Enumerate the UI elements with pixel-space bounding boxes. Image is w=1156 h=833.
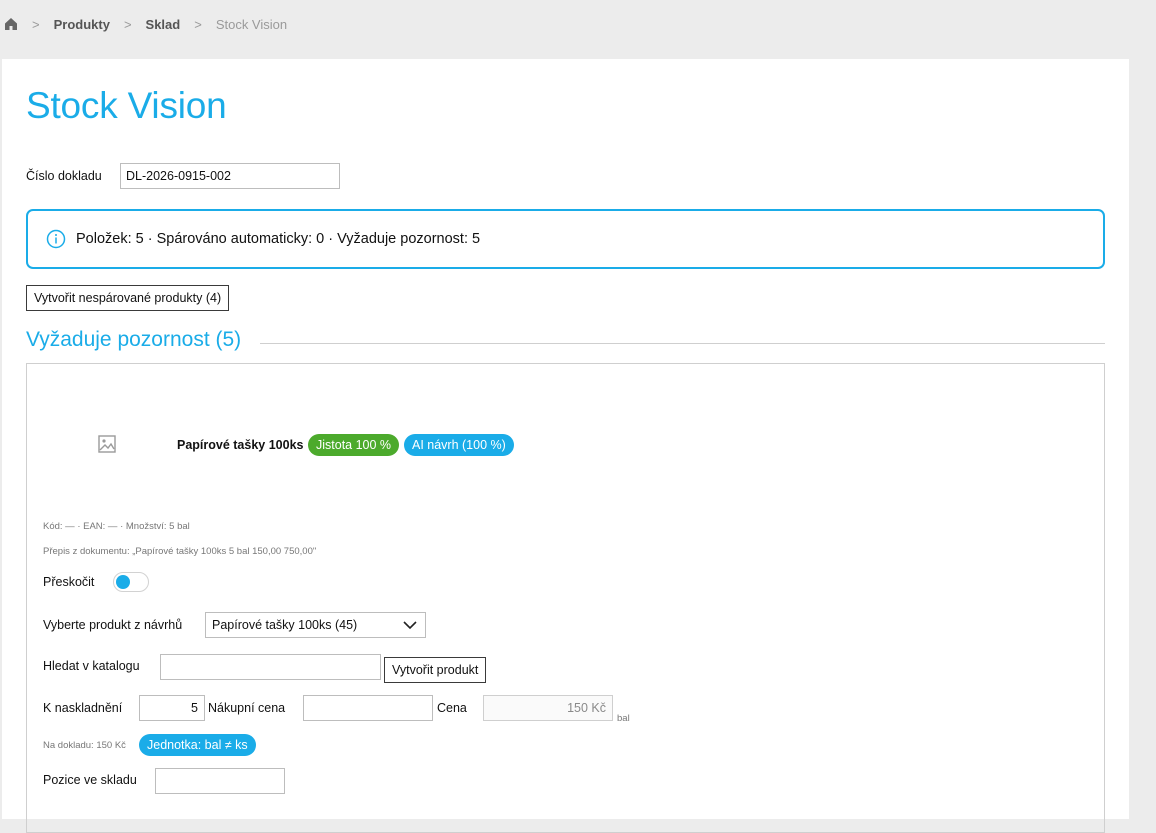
create-product-button[interactable]: Vytvořit produkt	[384, 657, 487, 683]
price-input[interactable]	[483, 695, 613, 721]
stock-in-quantity-input[interactable]	[139, 695, 205, 721]
stock-in-label: K naskladnění	[43, 701, 123, 715]
chevron-down-icon	[403, 621, 417, 630]
product-name: Papírové tašky 100ks	[177, 438, 304, 452]
location-input[interactable]	[155, 768, 285, 794]
toggle-knob	[116, 575, 130, 589]
item-transcript: Přepis z dokumentu: „Papírové tašky 100k…	[43, 546, 317, 557]
confidence-badge: Jistota 100 %	[308, 434, 400, 456]
unit-mismatch-badge: Jednotka: bal ≠ ks	[139, 734, 256, 756]
home-icon[interactable]	[4, 17, 18, 31]
doc-number-label: Číslo dokladu	[26, 169, 102, 183]
info-icon	[46, 229, 66, 249]
page-title: Stock Vision	[26, 85, 227, 126]
main-panel: Stock Vision Číslo dokladu Položek: 5 · …	[2, 59, 1129, 833]
section-title: Vyžaduje pozornost (5)	[26, 328, 242, 351]
breadcrumb-item-produkty[interactable]: Produkty	[54, 17, 110, 32]
section-divider	[260, 343, 1105, 344]
chevron-right-icon: >	[194, 16, 202, 32]
breadcrumb-item-sklad[interactable]: Sklad	[146, 17, 181, 32]
doc-price-note: Na dokladu: 150 Kč	[43, 740, 126, 751]
catalog-search-input[interactable]	[160, 654, 381, 680]
doc-number-input[interactable]	[120, 163, 340, 189]
chevron-right-icon: >	[123, 16, 132, 32]
catalog-search-label: Hledat v katalogu	[43, 659, 140, 673]
item-card: Papírové tašky 100ks Jistota 100 % AI ná…	[26, 363, 1105, 833]
info-summary-box: Položek: 5 · Spárováno automaticky: 0 · …	[26, 209, 1105, 269]
skip-label: Přeskočit	[43, 575, 95, 589]
suggestion-label: Vyberte produkt z návrhů	[43, 618, 183, 632]
breadcrumb: > Produkty > Sklad > Stock Vision	[4, 14, 287, 34]
price-unit-suffix: bal	[617, 713, 630, 724]
create-unmatched-products-button[interactable]: Vytvořit nespárované produkty (4)	[26, 285, 230, 311]
ai-suggestion-badge: AI návrh (100 %)	[404, 434, 514, 456]
image-placeholder-icon	[98, 435, 116, 453]
location-label: Pozice ve skladu	[43, 773, 137, 787]
item-meta: Kód: — · EAN: — · Množství: 5 bal	[43, 521, 190, 532]
suggestion-selected-value: Papírové tašky 100ks (45)	[212, 618, 358, 632]
info-summary-text: Položek: 5 · Spárováno automaticky: 0 · …	[76, 231, 481, 247]
chevron-right-icon: >	[32, 16, 40, 32]
skip-toggle[interactable]	[113, 572, 149, 592]
purchase-price-input[interactable]	[303, 695, 433, 721]
suggestion-select[interactable]: Papírové tašky 100ks (45)	[205, 612, 426, 638]
purchase-price-label: Nákupní cena	[208, 701, 286, 715]
breadcrumb-current: Stock Vision	[215, 16, 288, 32]
price-label: Cena	[437, 701, 467, 715]
